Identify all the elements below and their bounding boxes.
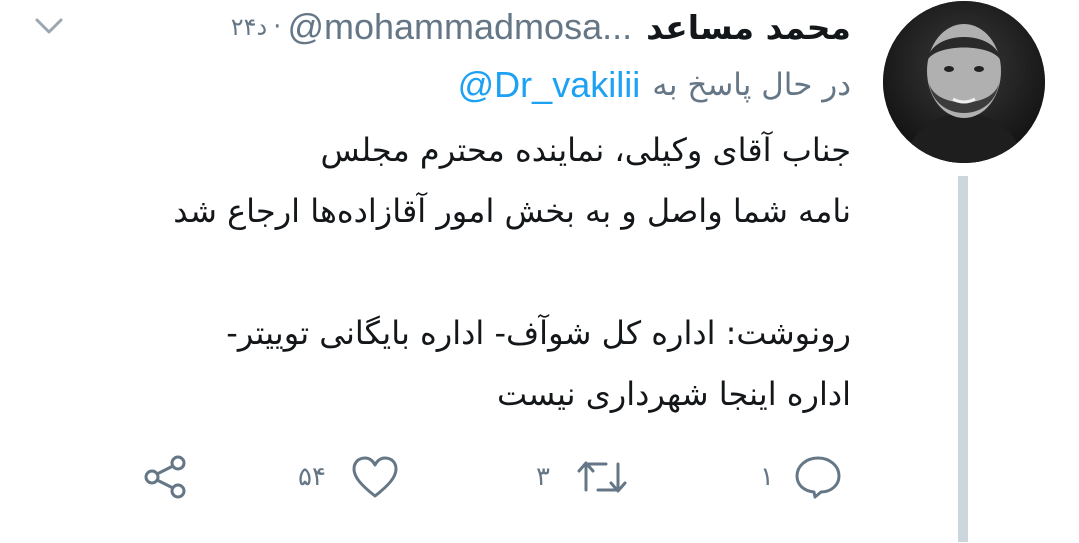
replying-to-label: در حال پاسخ به bbox=[652, 67, 851, 103]
tweet-header: محمد مساعد @mohammadmosa... · ۲۴د bbox=[231, 4, 851, 50]
share-nodes-icon bbox=[140, 453, 190, 501]
chevron-down-icon[interactable] bbox=[34, 16, 64, 36]
replying-to: در حال پاسخ به @Dr_vakilii bbox=[458, 64, 851, 106]
tweet-text-line: اداره اینجا شهرداری نیست bbox=[496, 375, 851, 413]
avatar-photo bbox=[883, 1, 1045, 163]
like-count: ۵۴ bbox=[298, 462, 326, 492]
reply-button[interactable]: ۱ bbox=[760, 452, 842, 502]
display-name[interactable]: محمد مساعد bbox=[646, 8, 851, 47]
tweet-text-line: جناب آقای وکیلی، نماینده محترم مجلس bbox=[320, 131, 851, 169]
avatar[interactable] bbox=[883, 1, 1045, 163]
retweet-arrows-icon bbox=[576, 454, 628, 500]
user-handle[interactable]: @mohammadmosa... bbox=[287, 6, 632, 48]
retweet-button[interactable]: ۳ bbox=[536, 452, 628, 502]
reply-mention-link[interactable]: @Dr_vakilii bbox=[458, 64, 641, 106]
speech-bubble-icon bbox=[794, 454, 842, 500]
timestamp[interactable]: ۲۴د bbox=[231, 13, 267, 41]
share-button[interactable] bbox=[140, 452, 190, 502]
thread-line bbox=[958, 176, 968, 542]
tweet-text-line: نامه شما واصل و به بخش امور آقازاده‌ها ا… bbox=[173, 192, 851, 230]
retweet-count: ۳ bbox=[536, 462, 550, 492]
like-button[interactable]: ۵۴ bbox=[298, 452, 400, 502]
separator-dot: · bbox=[273, 12, 282, 42]
tweet-text: جناب آقای وکیلی، نماینده محترم مجلس نامه… bbox=[31, 120, 851, 425]
heart-icon bbox=[350, 454, 400, 500]
reply-count: ۱ bbox=[760, 462, 774, 492]
tweet[interactable]: محمد مساعد @mohammadmosa... · ۲۴د در حال… bbox=[0, 0, 1079, 543]
tweet-text-line: رونوشت: اداره کل شوآف- اداره بایگانی توی… bbox=[226, 314, 851, 352]
